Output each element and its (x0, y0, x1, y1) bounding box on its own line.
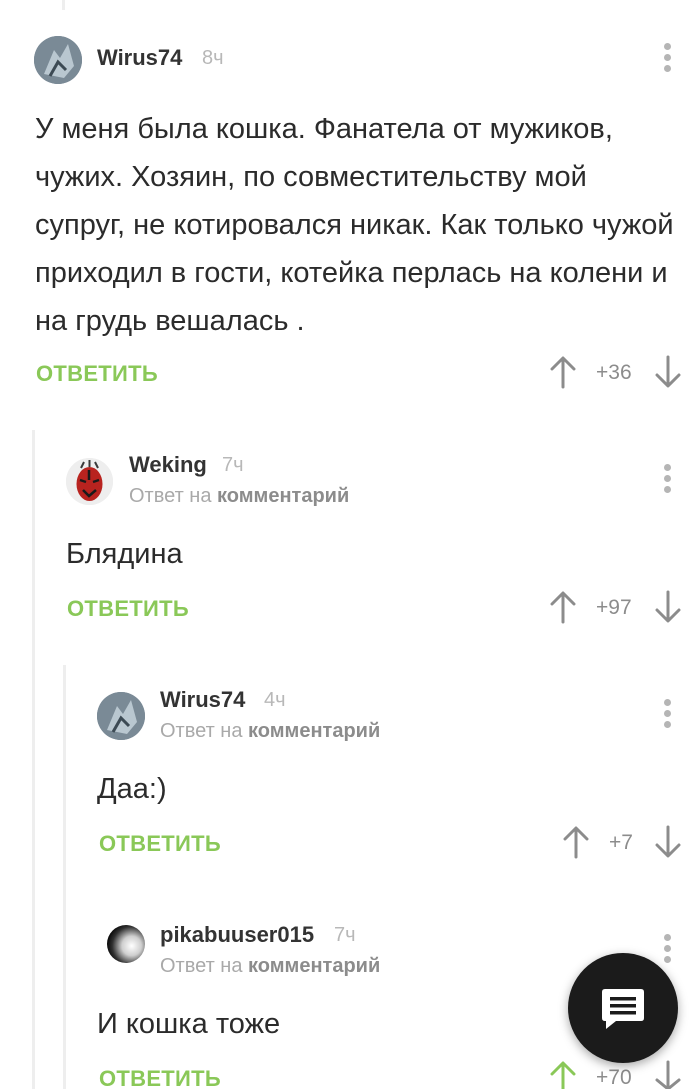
avatar[interactable] (107, 925, 145, 963)
reply-to-link[interactable]: комментарий (248, 955, 380, 977)
vote-score: +70 (596, 1066, 632, 1089)
comment-text: И кошка тоже (97, 1008, 281, 1040)
write-comment-button[interactable] (568, 953, 678, 1063)
comment: pikabuuser015 7ч Ответ на комментарий И … (0, 0, 700, 1092)
username[interactable]: pikabuuser015 (160, 922, 314, 948)
reply-button[interactable]: ОТВЕТИТЬ (99, 1066, 221, 1092)
comment-icon (602, 989, 644, 1029)
arrow-up-icon[interactable] (550, 1060, 576, 1089)
reply-to-label: Ответ на комментарий (160, 955, 380, 978)
comment-time: 7ч (334, 924, 356, 946)
arrow-down-icon[interactable] (655, 1060, 681, 1089)
reply-to-prefix: Ответ на (160, 955, 243, 977)
